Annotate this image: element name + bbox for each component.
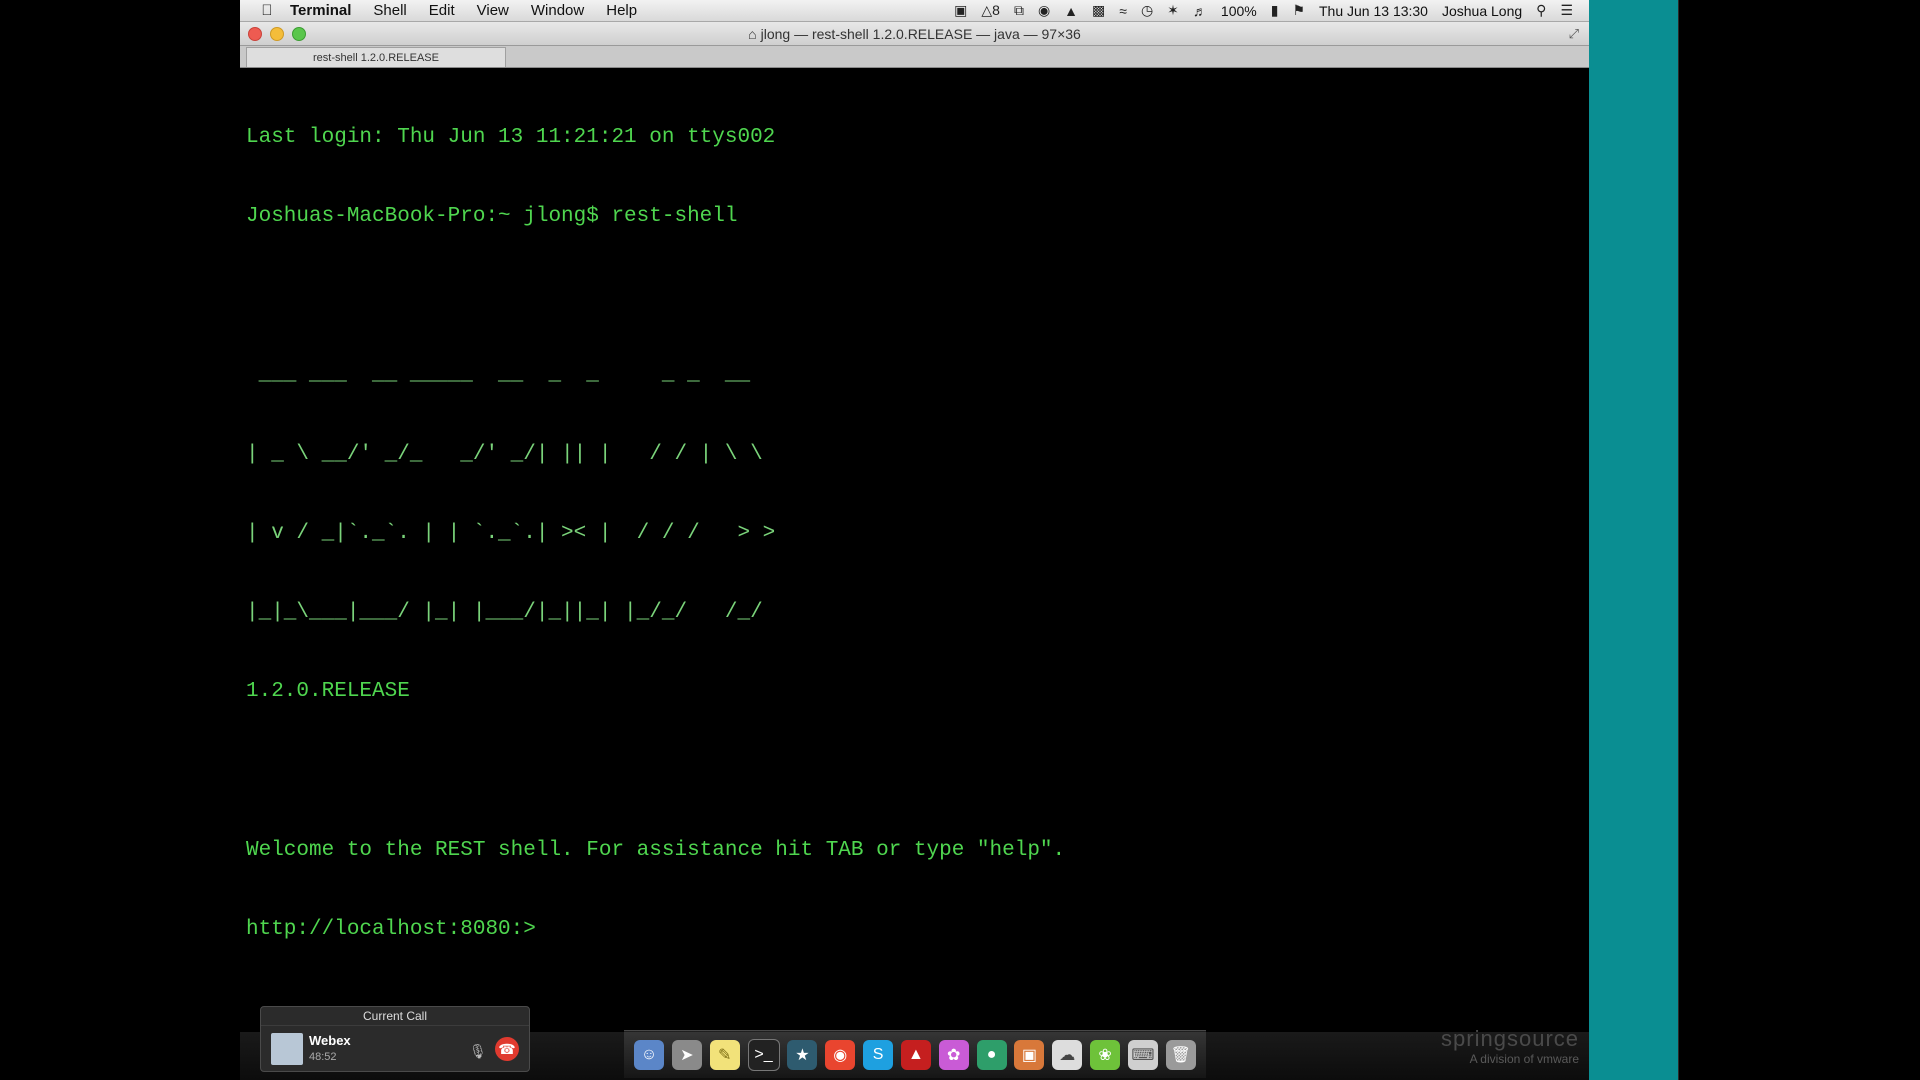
finder-icon[interactable]: ☺ bbox=[634, 1039, 664, 1070]
bluetooth-icon[interactable]: ✶ bbox=[1167, 2, 1179, 19]
menu-edit[interactable]: Edit bbox=[429, 2, 455, 19]
menu-help[interactable]: Help bbox=[606, 2, 637, 19]
terminal-icon[interactable]: >_ bbox=[747, 1038, 780, 1071]
window-title: ⌂ jlong — rest-shell 1.2.0.RELEASE — java… bbox=[240, 26, 1589, 42]
acrobat-icon[interactable]: ▲ bbox=[900, 1039, 931, 1070]
close-button[interactable] bbox=[248, 26, 262, 41]
shell-prompt[interactable]: http://localhost:8080:> bbox=[246, 917, 1576, 943]
terminal-line-last-login: Last login: Thu Jun 13 11:21:21 on ttys0… bbox=[246, 125, 776, 149]
version-line: 1.2.0.RELEASE bbox=[246, 680, 410, 704]
record-icon[interactable]: ◉ bbox=[1038, 2, 1050, 19]
welcome-line: Welcome to the REST shell. For assistanc… bbox=[246, 838, 1066, 862]
fullscreen-icon[interactable]: ⤢ bbox=[1569, 26, 1579, 42]
menu-app-terminal[interactable]: Terminal bbox=[290, 2, 351, 19]
window-title-text: jlong — rest-shell 1.2.0.RELEASE — java … bbox=[760, 25, 1081, 42]
right-letterbox bbox=[1678, 0, 1920, 1080]
springsource-watermark: springsource A division of vmware bbox=[1441, 1026, 1579, 1066]
terminal-line-command: Joshuas-MacBook-Pro:~ jlong$ rest-shell bbox=[246, 205, 738, 229]
volume-icon[interactable]: ♬ bbox=[1193, 3, 1207, 19]
launchpad-icon[interactable]: ➤ bbox=[671, 1039, 702, 1070]
leaf-icon[interactable]: ❀ bbox=[1090, 1039, 1121, 1070]
terminal-output[interactable]: Last login: Thu Jun 13 11:21:21 on ttys0… bbox=[246, 72, 1576, 1012]
wifi-icon[interactable]: ≈ bbox=[1119, 3, 1127, 19]
menu-bar:  Terminal Shell Edit View Window Help ▣… bbox=[240, 0, 1589, 22]
flag-icon[interactable]: ⚑ bbox=[1292, 2, 1305, 19]
bell-icon[interactable]: ▲ bbox=[1064, 3, 1078, 19]
battery-icon[interactable]: ▮ bbox=[1271, 2, 1279, 19]
trash-icon[interactable]: 🗑 bbox=[1165, 1039, 1196, 1070]
clock-icon[interactable]: ◷ bbox=[1141, 2, 1153, 19]
battery-percent: 100% bbox=[1220, 2, 1257, 19]
watermark-subtitle: A division of vmware bbox=[1469, 1052, 1579, 1066]
menu-user[interactable]: Joshua Long bbox=[1442, 3, 1522, 19]
status-area: ▣ △8 ⧉ ◉ ▲ ▩ ≈ ◷ ✶ ♬ 100% ▮ ⚑ Thu Jun 13… bbox=[954, 2, 1589, 19]
display-icon[interactable]: ▩ bbox=[1092, 2, 1105, 19]
avatar bbox=[271, 1033, 303, 1065]
ascii-banner-line: ___ ___ __ _____ __ _ _ _ _ __ bbox=[246, 363, 751, 387]
notes-icon[interactable]: ✎ bbox=[709, 1039, 740, 1070]
call-duration: 48:52 bbox=[309, 1051, 337, 1063]
menu-window[interactable]: Window bbox=[531, 2, 584, 19]
skype-icon[interactable]: S bbox=[863, 1039, 894, 1070]
menu-clock[interactable]: Thu Jun 13 13:30 bbox=[1319, 3, 1428, 19]
notification-center-icon[interactable]: ☰ bbox=[1560, 2, 1573, 19]
tab-rest-shell[interactable]: rest-shell 1.2.0.RELEASE bbox=[246, 47, 506, 67]
adobe-icon[interactable]: △8 bbox=[981, 2, 1000, 19]
spotlight-icon[interactable]: ⚲ bbox=[1536, 2, 1546, 19]
minimize-button[interactable] bbox=[270, 26, 284, 41]
teal-background-band bbox=[1589, 0, 1678, 1080]
window-titlebar[interactable]: ⌂ jlong — rest-shell 1.2.0.RELEASE — java… bbox=[240, 22, 1589, 46]
copy-icon[interactable]: ⧉ bbox=[1014, 2, 1024, 19]
zoom-button[interactable] bbox=[292, 26, 306, 41]
status-badge: 8 bbox=[992, 2, 1000, 18]
keyboard-icon[interactable]: ⌨ bbox=[1127, 1039, 1158, 1070]
presentation-icon[interactable]: ▣ bbox=[1014, 1039, 1045, 1070]
dropbox-icon[interactable]: ▣ bbox=[954, 2, 967, 19]
ascii-banner-line: | v / _|`._`. | | `._`.| >< | / / / > > bbox=[246, 521, 776, 545]
hangup-button[interactable]: ☎ bbox=[495, 1037, 519, 1061]
mac-screen:  Terminal Shell Edit View Window Help ▣… bbox=[240, 0, 1589, 1080]
watermark-brand: springsource bbox=[1441, 1026, 1579, 1051]
menu-shell[interactable]: Shell bbox=[373, 2, 406, 19]
webex-call-widget[interactable]: Current Call Webex 48:52 🎙 ☎ bbox=[260, 1006, 530, 1072]
chrome-icon[interactable]: ◉ bbox=[825, 1039, 856, 1070]
left-letterbox bbox=[0, 0, 240, 1080]
apple-icon[interactable]:  bbox=[258, 2, 276, 19]
tab-bar: rest-shell 1.2.0.RELEASE bbox=[240, 46, 1589, 68]
preview-icon[interactable]: ☁ bbox=[1052, 1039, 1083, 1070]
ascii-banner-line: | _ \ __/' _/_ _/' _/| || | / / | \ \ bbox=[246, 442, 763, 466]
microphone-icon[interactable]: 🎙 bbox=[469, 1043, 487, 1060]
flower-icon[interactable]: ✿ bbox=[938, 1039, 969, 1070]
elephant-icon[interactable]: ★ bbox=[787, 1039, 818, 1070]
home-icon: ⌂ bbox=[748, 25, 757, 42]
call-name: Webex bbox=[309, 1033, 351, 1048]
call-header: Current Call bbox=[261, 1007, 529, 1026]
dock: ☺ ➤ ✎ >_ ★ ◉ S ▲ ✿ ● ▣ ☁ ❀ ⌨ 🗑 bbox=[624, 1030, 1206, 1078]
window-controls bbox=[248, 26, 306, 41]
globe-icon[interactable]: ● bbox=[976, 1039, 1007, 1070]
ascii-banner-line: |_|_\___|___/ |_| |___/|_||_| |_/_/ /_/ bbox=[246, 601, 763, 625]
menu-view[interactable]: View bbox=[477, 2, 509, 19]
